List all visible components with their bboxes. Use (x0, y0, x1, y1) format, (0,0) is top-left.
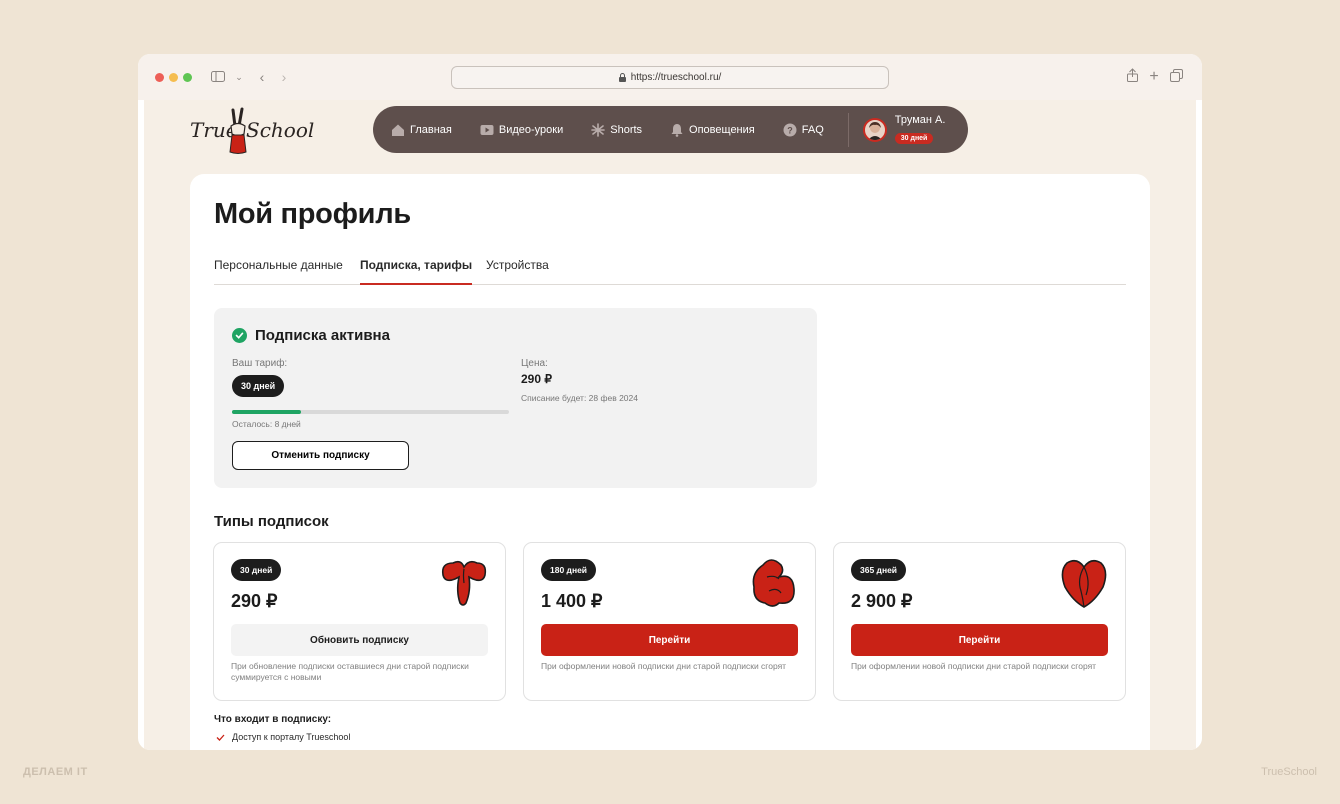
lock-icon (618, 73, 626, 82)
bell-icon (671, 123, 683, 137)
page-content: True School Главная Видео-уроки Shorts О… (144, 100, 1196, 750)
question-icon: ? (783, 123, 797, 136)
new-tab-icon[interactable]: + (1147, 67, 1161, 87)
plan-duration: 30 дней (231, 559, 282, 581)
svg-text:?: ? (787, 125, 793, 135)
sidebar-toggle-icon[interactable] (210, 67, 226, 87)
price-label: Цена: (521, 358, 548, 369)
progress-fill (232, 410, 302, 414)
chevron-down-icon[interactable]: ⌄ (234, 67, 244, 87)
main-navigation: Главная Видео-уроки Shorts Оповещения ? … (373, 106, 968, 153)
status-heading: Подписка активна (232, 327, 390, 344)
plan-price: 290 ₽ (231, 591, 278, 611)
avatar (862, 117, 887, 142)
heart-shape-icon (1061, 559, 1107, 608)
shorts-icon (591, 122, 606, 137)
blob-shape-icon (752, 559, 795, 607)
footer-brand-right: TrueSchool (1261, 766, 1317, 778)
forward-arrow-icon[interactable]: › (278, 67, 290, 87)
renew-subscription-button[interactable]: Обновить подписку (231, 624, 488, 656)
plan-note: При оформлении новой подписки дни старой… (851, 661, 1097, 671)
nav-item-label: FAQ (801, 123, 824, 136)
plan-duration: 180 дней (541, 559, 597, 581)
footer-brand-left: ДЕЛАЕМ IT (23, 766, 88, 778)
nav-item-label: Видео-уроки (498, 123, 564, 136)
profile-tabs: Персональные данные Подписка, тарифы Уст… (214, 258, 1126, 285)
address-bar[interactable]: https://trueschool.ru/ (451, 66, 889, 89)
nav-item-notifications[interactable]: Оповещения (670, 120, 755, 140)
go-365-button[interactable]: Перейти (851, 624, 1108, 656)
remaining-progress-bar (232, 410, 509, 414)
minimize-window-button[interactable] (169, 73, 178, 82)
plan-card-365: 365 дней 2 900 ₽ Перейти При оформлении … (833, 542, 1126, 701)
plan-price: 2 900 ₽ (851, 591, 913, 611)
nav-item-home[interactable]: Главная (391, 120, 452, 140)
browser-window: ⌄ ‹ › https://trueschool.ru/ + True Scho… (138, 54, 1202, 750)
include-item-label: Доступ к порталу Trueschool (232, 732, 351, 742)
plan-card-180: 180 дней 1 400 ₽ Перейти При оформлении … (523, 542, 816, 701)
plan-duration: 365 дней (851, 559, 907, 581)
charge-date: Списание будет: 28 фев 2024 (521, 393, 638, 403)
logo-text-right: School (246, 118, 315, 142)
tab-subscription[interactable]: Подписка, тарифы (360, 258, 473, 285)
includes-heading: Что входит в подписку: (214, 714, 332, 725)
cancel-subscription-button[interactable]: Отменить подписку (232, 441, 409, 470)
nav-item-label: Shorts (610, 123, 643, 136)
plan-note: При обновление подписки оставшиеся дни с… (231, 661, 469, 682)
remaining-days: Осталось: 8 дней (232, 419, 301, 429)
status-text: Подписка активна (255, 327, 390, 344)
price-value: 290 ₽ (521, 372, 552, 386)
tab-devices[interactable]: Устройства (486, 258, 549, 285)
go-180-button[interactable]: Перейти (541, 624, 798, 656)
nav-item-label: Оповещения (689, 123, 755, 136)
nav-item-faq[interactable]: ? FAQ (783, 120, 824, 140)
tariff-badge: 30 дней (232, 375, 285, 397)
nav-item-label: Главная (410, 123, 452, 136)
browser-toolbar: ⌄ ‹ › https://trueschool.ru/ + (138, 54, 1202, 100)
tabs-overview-icon[interactable] (1169, 67, 1183, 87)
home-icon (392, 124, 404, 136)
mushroom-shape-icon (441, 560, 487, 606)
back-arrow-icon[interactable]: ‹ (256, 67, 268, 87)
share-icon[interactable] (1125, 67, 1139, 87)
url-text: https://trueschool.ru/ (630, 72, 722, 83)
profile-card: Мой профиль Персональные данные Подписка… (190, 174, 1150, 750)
plans-heading: Типы подписок (214, 513, 329, 530)
subscription-status-panel: Подписка активна Ваш тариф: 30 дней Оста… (214, 308, 817, 488)
trueschool-logo[interactable]: True School (190, 106, 314, 156)
page-title: Мой профиль (214, 198, 411, 230)
tab-personal-data[interactable]: Персональные данные (214, 258, 343, 285)
user-menu[interactable]: Труман А. 30 дней (862, 114, 946, 145)
checkmark-icon (216, 734, 225, 741)
nav-item-shorts[interactable]: Shorts (591, 120, 642, 140)
nav-divider (847, 112, 849, 147)
include-item: Доступ к порталу Trueschool (216, 732, 350, 742)
maximize-window-button[interactable] (183, 73, 192, 82)
tariff-label: Ваш тариф: (232, 358, 288, 369)
plan-price: 1 400 ₽ (541, 591, 603, 611)
close-window-button[interactable] (155, 73, 164, 82)
user-name: Труман А. (894, 114, 946, 126)
plan-card-30: 30 дней 290 ₽ Обновить подписку При обно… (213, 542, 506, 701)
nav-item-video-lessons[interactable]: Видео-уроки (480, 120, 563, 140)
video-icon (480, 124, 494, 135)
plan-note: При оформлении новой подписки дни старой… (541, 661, 787, 671)
check-circle-icon (232, 328, 247, 343)
subscription-badge: 30 дней (894, 133, 934, 144)
